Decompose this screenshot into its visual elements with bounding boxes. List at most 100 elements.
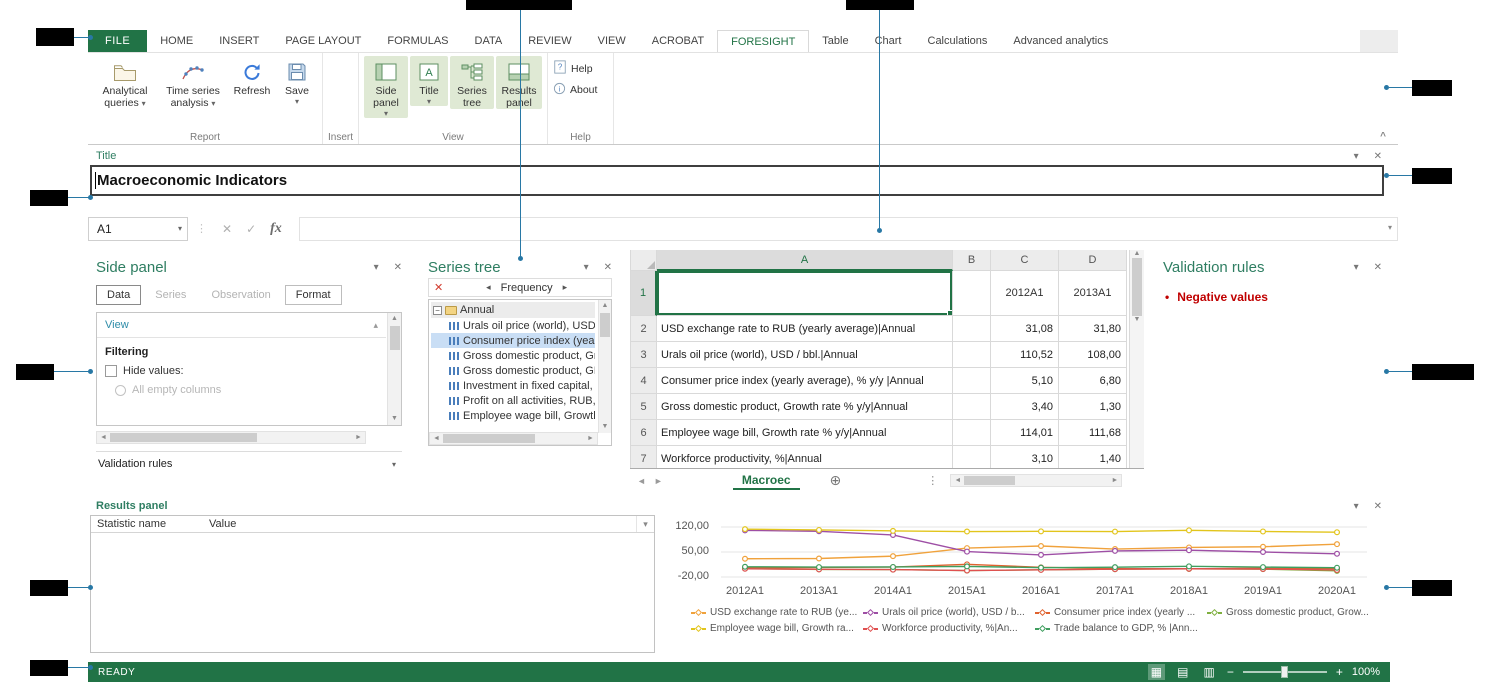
cell-value[interactable]: 108,00 [1059,342,1127,368]
side-panel-tab-format[interactable]: Format [285,285,342,305]
help-button[interactable]: ? Help [553,60,597,77]
scroll-right-icon[interactable]: ► [584,435,597,442]
scroll-left-icon[interactable]: ◄ [97,434,110,441]
ribbon-tab-foresight[interactable]: FORESIGHT [717,30,809,52]
legend-item[interactable]: Employee wage bill, Growth ra... [691,623,863,634]
cell-value[interactable]: 31,80 [1059,316,1127,342]
row-header[interactable]: 7 [631,446,657,468]
cell[interactable] [953,316,991,342]
scrollbar-thumb[interactable] [110,433,257,442]
panel-menu-icon[interactable]: ▾ [374,262,379,273]
analytical-queries-button[interactable]: Analytical queries ▾ [93,56,157,109]
tree-item[interactable]: Gross domestic product, Grow [431,348,595,363]
tree-item[interactable]: Gross domestic product, GDP [431,363,595,378]
close-icon[interactable]: ✕ [394,262,402,273]
cell-series-name[interactable]: Urals oil price (world), USD / bbl.|Annu… [657,342,953,368]
ribbon-tab-acrobat[interactable]: ACROBAT [639,30,717,52]
legend-item[interactable]: USD exchange rate to RUB (ye... [691,607,863,618]
expand-section-icon[interactable]: ▾ [392,460,396,469]
vertical-scrollbar[interactable]: ▲ ▼ [387,313,401,425]
scrollbar-thumb[interactable] [443,434,535,443]
side-panel-tab-data[interactable]: Data [96,285,141,305]
ribbon-tab-insert[interactable]: INSERT [206,30,272,52]
panel-menu-icon[interactable]: ▾ [1354,151,1359,162]
normal-view-icon[interactable]: ▦ [1148,664,1165,680]
scroll-right-icon[interactable]: ► [352,434,365,441]
cell-series-name[interactable]: Employee wage bill, Growth rate % y/y|An… [657,420,953,446]
legend-item[interactable]: Trade balance to GDP, % |Ann... [1035,623,1207,634]
next-dimension-icon[interactable]: ▸ [563,282,568,293]
series-tree-toggle-button[interactable]: Series tree [450,56,494,109]
close-icon[interactable]: ✕ [1374,501,1382,512]
ribbon-tab-formulas[interactable]: FORMULAS [374,30,461,52]
close-icon[interactable]: ✕ [604,262,612,273]
legend-item[interactable]: Workforce productivity, %|An... [863,623,1035,634]
report-title-input[interactable]: Macroeconomic Indicators [90,165,1384,196]
all-empty-columns-option[interactable]: All empty columns [97,381,386,396]
vertical-scrollbar[interactable]: ▲ ▼ [1129,250,1144,468]
tree-root-annual[interactable]: − Annual [431,302,595,318]
side-panel-toggle-button[interactable]: Side panel ▾ [364,56,408,118]
ribbon-tab-data[interactable]: DATA [462,30,516,52]
expand-formula-bar-icon[interactable]: ▾ [1388,223,1392,232]
row-header[interactable]: 6 [631,420,657,446]
scroll-down-icon[interactable]: ▼ [1131,316,1144,323]
collapse-section-icon[interactable]: ▴ [373,320,378,331]
vertical-scrollbar[interactable]: ▲ ▼ [598,300,611,433]
formula-input[interactable]: ▾ [299,217,1398,241]
zoom-out-icon[interactable]: − [1227,665,1234,679]
column-header-c[interactable]: C [991,250,1059,271]
tree-item[interactable]: Employee wage bill, Growth r [431,408,595,423]
column-header-b[interactable]: B [953,250,991,271]
insert-function-icon[interactable]: fx [270,221,282,237]
collapse-ribbon-icon[interactable]: ^ [1380,131,1386,142]
ribbon-tab-table[interactable]: Table [809,30,861,52]
previous-dimension-icon[interactable]: ◂ [486,282,491,293]
scroll-left-icon[interactable]: ◄ [951,477,964,484]
cell-value[interactable]: 1,40 [1059,446,1127,468]
ribbon-tab-chart[interactable]: Chart [862,30,915,52]
hide-values-option[interactable]: Hide values: [97,361,386,381]
cancel-entry-icon[interactable]: ✕ [222,222,232,236]
scroll-left-icon[interactable]: ◄ [430,435,443,442]
title-toggle-button[interactable]: A Title ▾ [410,56,448,106]
ribbon-tab-advanced-analytics[interactable]: Advanced analytics [1000,30,1121,52]
add-sheet-icon[interactable]: ⊕ [830,472,842,489]
close-icon[interactable]: ✕ [1374,151,1382,162]
cell-value[interactable]: 111,68 [1059,420,1127,446]
cell-value[interactable]: 110,52 [991,342,1059,368]
about-button[interactable]: i About [553,82,597,98]
refresh-button[interactable]: Refresh [229,56,275,97]
view-section-header[interactable]: View ▴ [97,313,386,338]
validation-rule-item[interactable]: • Negative values [1155,276,1390,304]
select-all-corner[interactable] [631,250,657,271]
scroll-up-icon[interactable]: ▲ [1131,250,1144,257]
scroll-down-icon[interactable]: ▼ [388,413,401,425]
cell-value[interactable]: 6,80 [1059,368,1127,394]
panel-menu-icon[interactable]: ▾ [584,262,589,273]
horizontal-scrollbar[interactable]: ◄ ► [429,432,598,445]
row-header[interactable]: 3 [631,342,657,368]
time-series-analysis-button[interactable]: Time series analysis ▾ [159,56,227,109]
zoom-slider[interactable] [1243,671,1327,673]
tree-item[interactable]: Urals oil price (world), USD/bl [431,318,595,333]
row-header-1[interactable]: 1 [631,271,657,316]
more-options-icon[interactable]: ⋮ [927,474,938,487]
scrollbar-thumb[interactable] [964,476,1015,485]
legend-item[interactable]: Consumer price index (yearly ... [1035,607,1207,618]
zoom-in-icon[interactable]: + [1336,665,1343,679]
page-layout-view-icon[interactable]: ▤ [1174,664,1191,680]
legend-item[interactable]: Urals oil price (world), USD / b... [863,607,1035,618]
ribbon-tab-file[interactable]: FILE [88,30,147,52]
scroll-up-icon[interactable]: ▲ [388,313,401,325]
cell-value[interactable]: 3,10 [991,446,1059,468]
cell[interactable] [953,394,991,420]
panel-menu-icon[interactable]: ▾ [1354,262,1359,273]
name-box[interactable]: A1 ▾ [88,217,188,241]
cell-series-name[interactable]: Workforce productivity, %|Annual [657,446,953,468]
page-break-view-icon[interactable]: ▥ [1200,664,1217,680]
zoom-percentage[interactable]: 100% [1352,666,1380,678]
cell-value[interactable]: 1,30 [1059,394,1127,420]
cell-value[interactable]: 5,10 [991,368,1059,394]
sheet-tab-macroeconomics[interactable]: Macroec [733,471,800,490]
